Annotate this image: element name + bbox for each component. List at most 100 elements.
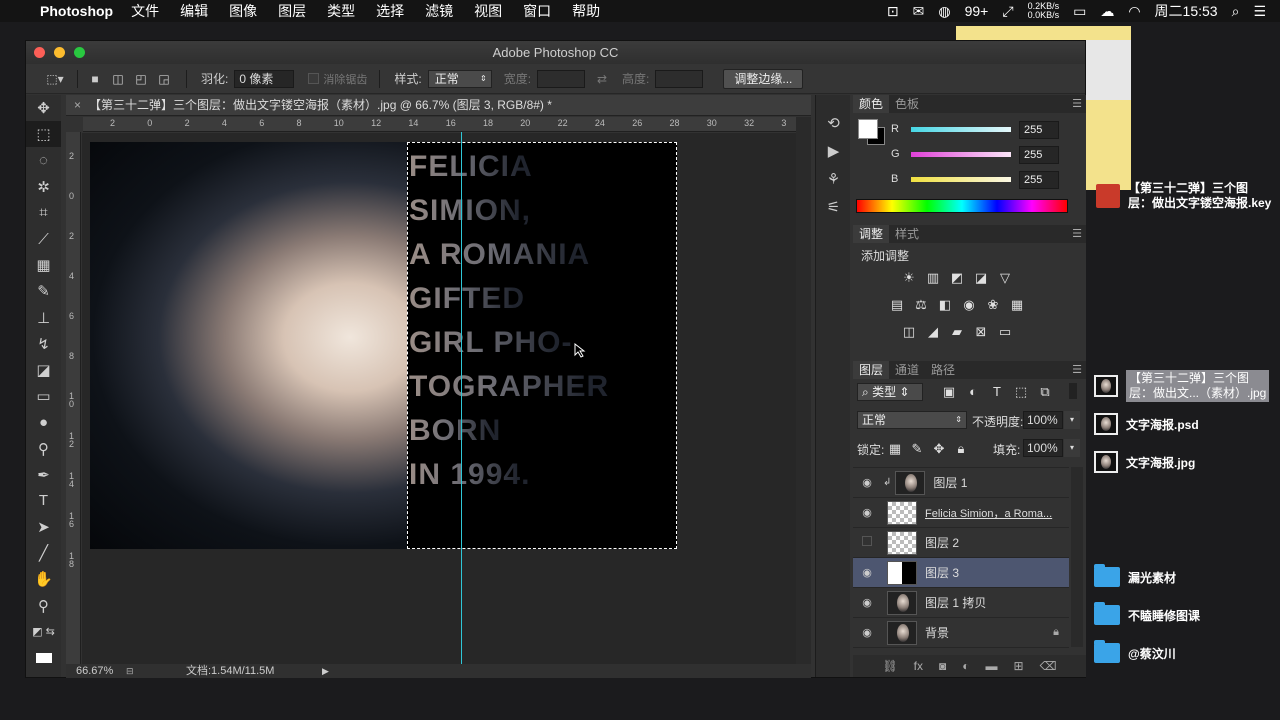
threshold-icon[interactable]: ▰ [949,325,965,339]
layer-name[interactable]: 背景 [925,624,949,641]
opacity-input[interactable]: 100% [1023,411,1063,429]
line-tool-icon[interactable]: ╱ [26,540,61,566]
chat-icon[interactable]: ✉ [913,3,925,20]
hand-tool-icon[interactable]: ✋ [26,566,61,592]
menu-view[interactable]: 视图 [474,1,502,21]
new-group-icon[interactable]: ▬ [986,659,998,673]
style-select[interactable]: 正常 ⇕ [427,69,492,88]
green-slider-track[interactable] [911,152,1011,157]
opacity-dropdown-icon[interactable]: ▾ [1064,411,1080,429]
lock-all-icon[interactable]: 🔒︎ [953,442,969,456]
display-icon[interactable]: ▭ [1073,3,1086,20]
zoom-tool-icon[interactable]: ⚲ [26,593,61,619]
notification-center-icon[interactable]: ☰ [1253,3,1266,20]
tab-color[interactable]: 颜色 [853,95,890,113]
filter-pixel-icon[interactable]: ▣ [941,385,957,399]
tab-swatches[interactable]: 色板 [889,95,925,113]
type-tool-icon[interactable]: T [26,488,61,514]
tab-paths[interactable]: 路径 [925,361,961,379]
green-slider[interactable]: G 255 [891,146,1091,166]
close-document-icon[interactable]: × [74,98,81,112]
document-image[interactable]: FELICIA SIMION, A ROMANIA GIFTED GIRL PHO- TO… [90,142,677,549]
close-window-button[interactable] [34,47,45,58]
vibrance-icon[interactable]: ▽ [997,271,1013,285]
lock-pixels-icon[interactable]: ✎ [909,442,925,456]
gradient-map-icon[interactable]: ▭ [997,325,1013,339]
history-panel-icon[interactable]: ⟲ [816,109,851,137]
new-adjustment-layer-icon[interactable]: ◐ [962,659,969,673]
fill-dropdown-icon[interactable]: ▾ [1064,439,1080,457]
clock[interactable]: 周二15:53 [1155,1,1218,21]
photo-filter-icon[interactable]: ◉ [961,298,977,312]
eye-visibility-icon[interactable]: ◉ [857,626,877,639]
eraser-tool-icon[interactable]: ◪ [26,357,61,383]
width-input[interactable] [537,69,586,88]
new-layer-icon[interactable]: ⊞ [1014,659,1024,673]
layer-name[interactable]: 图层 3 [925,564,959,581]
layer-row-selected[interactable]: ◉ 图层 3 [853,558,1069,588]
status-menu-arrow-icon[interactable]: ▶ [322,664,329,678]
filter-shape-icon[interactable]: ⬚ [1013,385,1029,399]
height-input[interactable] [655,69,704,88]
menu-window[interactable]: 窗口 [523,1,551,21]
blur-tool-icon[interactable]: ● [26,409,61,435]
blue-slider[interactable]: B 255 [891,171,1091,191]
eye-visibility-hidden-icon[interactable] [857,536,877,549]
desktop-key-file[interactable]: 【第三十二弹】三个图 层：做出文字镂空海报.key [1096,181,1271,211]
layer-name[interactable]: 图层 2 [925,534,959,551]
brush-tool-icon[interactable]: ✎ [26,278,61,304]
refine-edge-button[interactable]: 调整边缘... [723,68,804,89]
minimize-window-button[interactable] [54,47,65,58]
layer-name[interactable]: 图层 1 [933,474,967,491]
filter-adjustment-icon[interactable]: ◐ [965,385,981,399]
path-selection-tool-icon[interactable]: ➤ [26,514,61,540]
filter-toggle[interactable] [1069,383,1077,399]
menu-filter[interactable]: 滤镜 [425,1,453,21]
lasso-tool-icon[interactable]: ◌ [26,147,61,173]
curves-icon[interactable]: ◩ [949,271,965,285]
panel-menu-icon[interactable]: ☰ [1072,361,1082,379]
blue-slider-track[interactable] [911,177,1011,182]
zoom-level[interactable]: 66.67% [76,664,113,678]
foreground-color-front[interactable] [858,119,878,139]
menu-select[interactable]: 选择 [376,1,404,21]
blend-mode-select[interactable]: 正常 ⇕ [857,411,967,429]
spotlight-search-icon[interactable]: ⌕ [1232,3,1240,20]
tab-channels[interactable]: 通道 [889,361,925,379]
eye-visibility-icon[interactable]: ◉ [857,506,877,519]
menu-file[interactable]: 文件 [131,1,159,21]
hue-saturation-icon[interactable]: ▤ [889,298,905,312]
lock-position-icon[interactable]: ✥ [931,442,947,456]
healing-brush-tool-icon[interactable]: ▦ [26,252,61,278]
color-lookup-icon[interactable]: ▦ [1009,298,1025,312]
new-selection-icon[interactable]: ■ [86,70,104,88]
zoom-window-button[interactable] [74,47,85,58]
exposure-icon[interactable]: ◪ [973,271,989,285]
tab-adjustments[interactable]: 调整 [853,225,890,243]
properties-panel-icon[interactable]: ⚟ [816,193,851,221]
channel-mixer-icon[interactable]: ❀ [985,298,1001,312]
layers-scrollbar[interactable] [1071,467,1083,647]
invert-icon[interactable]: ◫ [901,325,917,339]
resize-icon[interactable]: ⤢ [1002,3,1013,20]
layer-row[interactable]: ◉ 背景 🔒︎ [853,618,1069,648]
default-colors-icon[interactable]: ◩ ⇆ [26,619,61,645]
layer-name[interactable]: Felicia Simion，a Roma... [925,505,1052,521]
crop-tool-icon[interactable]: ⌗ [26,200,61,226]
selective-color-icon[interactable]: ⊠ [973,325,989,339]
notification-count[interactable]: 99+ [965,3,989,19]
horizontal-ruler[interactable]: 2 0 2 4 6 8 10 12 14 16 18 20 22 24 26 28 30 32 3 [83,117,796,132]
swap-dimensions-icon[interactable]: ⇄ [593,70,611,88]
desktop-folder-2[interactable]: 不瞌睡修图课 [1094,602,1200,625]
color-spectrum-ramp[interactable] [856,199,1068,213]
cloud-icon[interactable]: ☁ [1100,3,1114,20]
app-menu[interactable]: Photoshop [40,3,113,19]
fill-input[interactable]: 100% [1023,439,1063,457]
brushes-panel-icon[interactable]: ⚘ [816,165,851,193]
intersect-selection-icon[interactable]: ◲ [155,70,173,88]
history-brush-tool-icon[interactable]: ↯ [26,331,61,357]
add-mask-icon[interactable]: ◙ [939,659,946,673]
layer-name[interactable]: 图层 1 拷贝 [925,594,986,611]
color-balance-icon[interactable]: ⚖ [913,298,929,312]
vertical-ruler[interactable]: 2 0 2 4 6 8 1 0 1 2 1 4 1 6 1 8 [66,132,81,665]
